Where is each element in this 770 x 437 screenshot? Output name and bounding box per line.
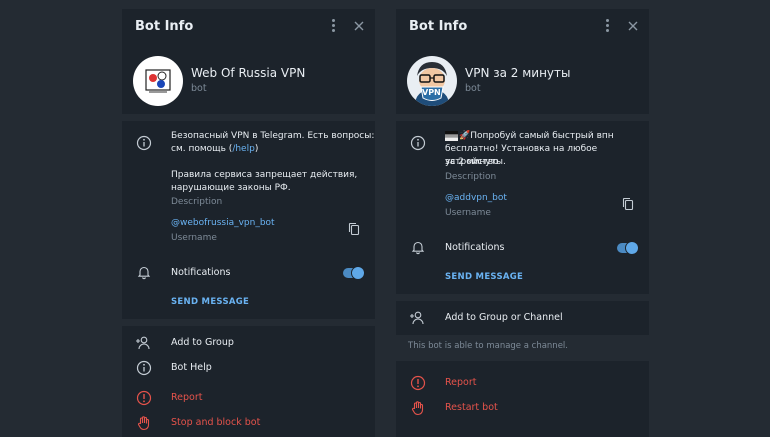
toggle-knob <box>352 267 364 279</box>
vpn-mascot-icon <box>415 62 449 106</box>
actions-section: Add to Group Bot Help Report Stop and bl… <box>122 326 375 437</box>
toggle-knob <box>626 242 638 254</box>
note-band: This bot is able to manage a channel. <box>396 335 649 361</box>
divider <box>122 114 375 121</box>
bot-help-button[interactable]: Bot Help <box>171 362 212 373</box>
description-line: см. помощь (/help) <box>171 144 259 154</box>
bot-info-panel-left: Bot Info Web Of Russia VPN bot Безопасны… <box>122 9 375 437</box>
info-icon <box>410 135 426 151</box>
description-line: за 2 минуты. <box>445 157 506 167</box>
hand-stop-icon <box>137 416 150 431</box>
report-button[interactable]: Report <box>171 392 203 403</box>
send-message-button[interactable]: SEND MESSAGE <box>445 272 523 282</box>
bot-name: VPN за 2 минуты <box>465 66 571 80</box>
description-line: Правила сервиса запрещает действия, <box>171 170 358 180</box>
divider <box>122 319 375 326</box>
copy-icon[interactable] <box>622 197 634 211</box>
stop-and-block-button[interactable]: Stop and block bot <box>171 417 260 428</box>
description-caption: Description <box>171 197 223 207</box>
description-caption: Description <box>445 172 497 182</box>
more-vertical-icon[interactable] <box>328 19 338 33</box>
notifications-toggle[interactable] <box>617 242 638 254</box>
username-caption: Username <box>171 233 217 243</box>
info-icon <box>136 360 152 376</box>
close-icon[interactable] <box>352 19 366 33</box>
bot-name: Web Of Russia VPN <box>191 66 306 80</box>
description-line: Безопасный VPN в Telegram. Есть вопросы: <box>171 131 375 141</box>
help-link[interactable]: /help <box>232 144 255 154</box>
description-line: 🚀Попробуй самый быстрый впн <box>459 131 614 141</box>
hand-stop-icon <box>411 401 424 416</box>
close-icon[interactable] <box>626 19 640 33</box>
flag-icon <box>445 131 458 141</box>
report-icon <box>136 390 152 406</box>
manage-channel-note: This bot is able to manage a channel. <box>408 341 568 351</box>
bot-type-label: bot <box>191 83 207 94</box>
copy-icon[interactable] <box>348 222 360 236</box>
add-user-icon <box>136 336 150 350</box>
bot-type-label: bot <box>465 83 481 94</box>
notifications-toggle[interactable] <box>343 267 364 279</box>
info-icon <box>136 135 152 151</box>
info-section: 🚀Попробуй самый быстрый впн бесплатно! У… <box>396 121 649 294</box>
report-icon <box>410 375 426 391</box>
bell-icon <box>137 266 151 280</box>
divider <box>396 294 649 301</box>
username-link[interactable]: @addvpn_bot <box>445 192 507 205</box>
panel-title: Bot Info <box>409 19 468 34</box>
panel-title: Bot Info <box>135 19 194 34</box>
bot-info-panel-right: Bot Info VPN VPN за 2 минуты bot 🚀Попроб… <box>396 9 649 437</box>
divider <box>396 114 649 121</box>
add-to-group-button[interactable]: Add to Group <box>171 337 234 348</box>
restart-bot-button[interactable]: Restart bot <box>445 402 498 413</box>
description-line: нарушающие законы РФ. <box>171 183 291 193</box>
send-message-button[interactable]: SEND MESSAGE <box>171 297 249 307</box>
notifications-label: Notifications <box>171 267 231 278</box>
info-section: Безопасный VPN в Telegram. Есть вопросы:… <box>122 121 375 319</box>
avatar-label: VPN <box>422 88 441 97</box>
avatar: VPN <box>407 56 457 106</box>
avatar <box>133 56 183 106</box>
bell-icon <box>411 241 425 255</box>
report-button[interactable]: Report <box>445 377 477 388</box>
header-section: Bot Info Web Of Russia VPN bot <box>122 9 375 114</box>
more-vertical-icon[interactable] <box>602 19 612 33</box>
actions-section: Report Restart bot <box>396 361 649 437</box>
username-caption: Username <box>445 208 491 218</box>
add-to-group-or-channel-button[interactable]: Add to Group or Channel <box>445 312 563 323</box>
username-link[interactable]: @webofrussia_vpn_bot <box>171 217 275 230</box>
header-section: Bot Info VPN VPN за 2 минуты bot <box>396 9 649 114</box>
notifications-label: Notifications <box>445 242 505 253</box>
add-user-icon <box>410 311 424 325</box>
bot-logo-icon <box>145 69 171 93</box>
